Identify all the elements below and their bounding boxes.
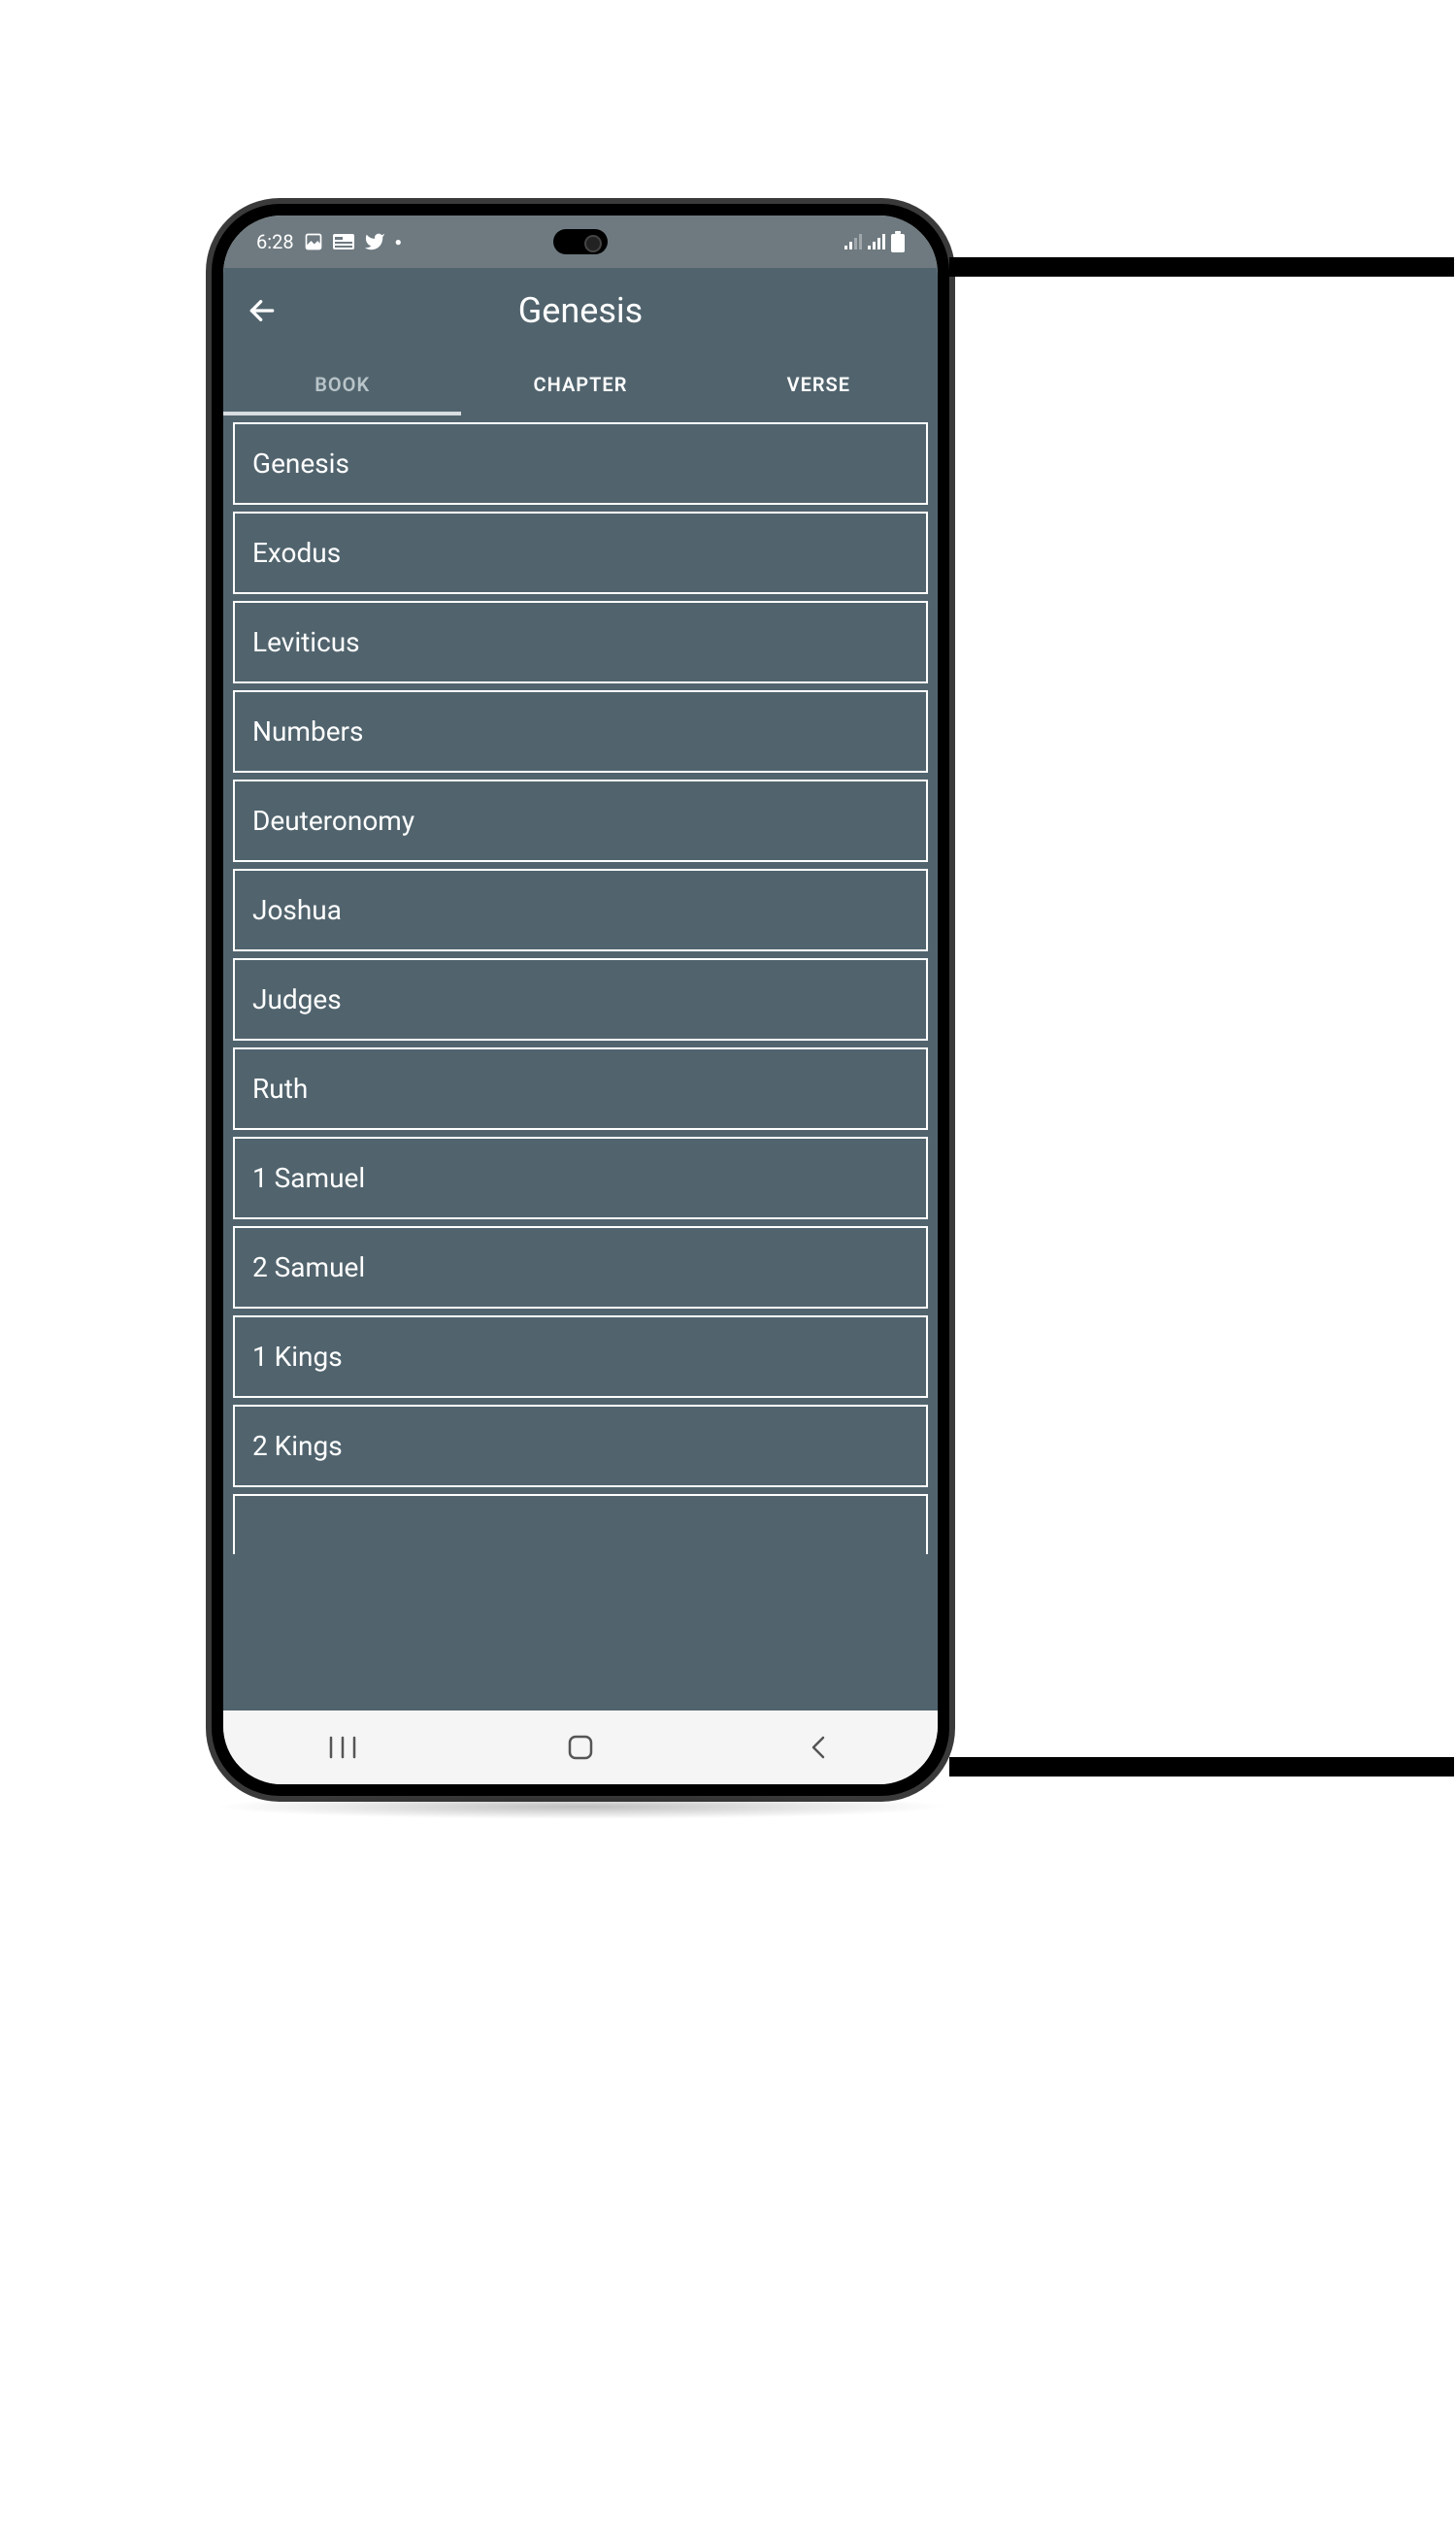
list-item[interactable]: Numbers [233,690,928,773]
statusbar: 6:28 ● [223,216,938,268]
signal-weak-icon [844,234,862,249]
list-item[interactable]: 1 Kings [233,1315,928,1398]
list-item[interactable]: Leviticus [233,601,928,683]
list-item[interactable]: 2 Kings [233,1405,928,1487]
book-name [252,1519,259,1551]
statusbar-right [844,231,905,252]
book-name: Exodus [252,537,341,569]
book-name: Deuteronomy [252,805,414,837]
phone-screen: 6:28 ● [223,216,938,1784]
tabs: BOOK CHAPTER VERSE [223,353,938,415]
tab-label: BOOK [314,373,370,396]
list-item[interactable]: Exodus [233,512,928,594]
phone-connector-bottom [949,1757,1454,1777]
book-name: Genesis [252,448,349,480]
book-name: 1 Kings [252,1341,343,1373]
book-name: Leviticus [252,626,360,658]
phone-connector [949,257,1454,277]
book-name: Judges [252,983,342,1015]
tab-chapter[interactable]: CHAPTER [461,353,699,415]
app-header: Genesis [223,268,938,353]
book-name: 2 Kings [252,1430,343,1462]
twitter-icon [364,231,385,252]
recents-button[interactable] [294,1723,391,1772]
dot-icon: ● [395,235,402,249]
battery-icon [891,231,905,252]
list-item[interactable] [233,1494,928,1554]
list-item[interactable]: 1 Samuel [233,1137,928,1219]
tab-verse[interactable]: VERSE [700,353,938,415]
tab-label: VERSE [787,373,850,396]
nav-back-button[interactable] [770,1723,867,1772]
list-item[interactable]: Joshua [233,869,928,951]
back-arrow-icon [247,295,278,326]
home-button[interactable] [532,1723,629,1772]
system-navbar [223,1710,938,1784]
recents-icon [329,1736,356,1759]
list-item[interactable]: Genesis [233,422,928,505]
book-name: 2 Samuel [252,1251,365,1283]
book-name: Ruth [252,1073,308,1105]
book-name: Joshua [252,894,342,926]
signal-icon [868,234,885,249]
book-name: 1 Samuel [252,1162,365,1194]
phone-frame: 6:28 ● [212,204,949,1796]
status-time: 6:28 [256,230,294,253]
camera-notch [553,229,608,254]
book-name: Numbers [252,715,363,747]
back-button[interactable] [241,289,283,332]
list-item[interactable]: 2 Samuel [233,1226,928,1309]
page-title: Genesis [223,290,938,331]
statusbar-left: 6:28 ● [256,230,402,253]
news-icon [333,234,354,249]
chevron-left-icon [810,1734,827,1761]
tab-book[interactable]: BOOK [223,353,461,415]
home-icon [568,1735,593,1760]
list-item[interactable]: Deuteronomy [233,780,928,862]
image-icon [304,232,323,251]
list-item[interactable]: Judges [233,958,928,1041]
tab-label: CHAPTER [534,373,628,396]
book-list[interactable]: Genesis Exodus Leviticus Numbers Deutero… [223,415,938,1710]
list-item[interactable]: Ruth [233,1047,928,1130]
phone-shadow [212,1794,949,1819]
